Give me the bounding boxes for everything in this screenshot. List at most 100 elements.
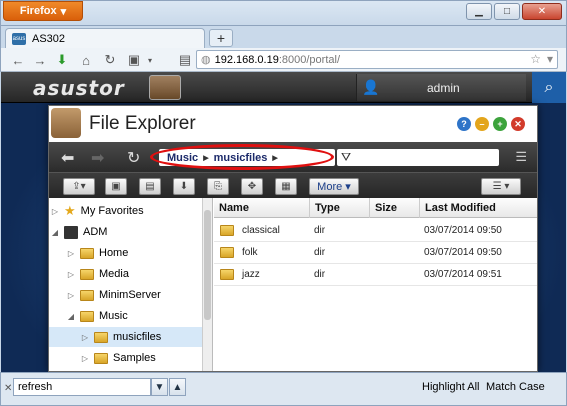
maximize-icon[interactable]: + <box>493 117 507 131</box>
highlight-all-button[interactable]: Highlight All <box>422 381 479 393</box>
tab-strip: asus AS302 + <box>0 26 567 48</box>
star-icon: ★ <box>64 203 76 218</box>
tree-item-label: My Favorites <box>80 205 144 217</box>
forward-arrow-icon[interactable]: → <box>31 51 49 69</box>
tree-item-label: Home <box>99 247 129 259</box>
file-modified: 03/07/2014 09:50 <box>424 225 502 236</box>
folder-icon <box>220 269 234 280</box>
table-row[interactable]: jazz dir 03/07/2014 09:51 <box>214 264 537 286</box>
more-button[interactable]: More ▾ <box>309 178 359 195</box>
tree-item-label: musicfiles <box>113 331 162 343</box>
folder-tree: ▷ ★ My Favorites ◢ ADM ▷ Home ▷ Media ▷ <box>49 198 213 371</box>
tree-item-music[interactable]: ◢ Music <box>49 306 203 326</box>
close-icon[interactable]: ✕ <box>511 117 525 131</box>
scrollbar-thumb[interactable] <box>204 210 211 320</box>
folder-icon <box>80 310 94 322</box>
expand-arrow-icon[interactable]: ▷ <box>67 270 75 279</box>
view-mode-button[interactable]: ☰ ▾ <box>481 178 521 195</box>
firefox-menu-button[interactable]: Firefox ▾ <box>3 1 83 21</box>
collapse-arrow-icon[interactable]: ◢ <box>67 312 75 321</box>
folder-icon <box>94 352 108 364</box>
file-name: classical <box>242 225 280 236</box>
download-icon[interactable]: ⬇ <box>53 51 71 69</box>
find-input[interactable] <box>13 378 151 396</box>
bookmark-star-icon[interactable]: ☆ <box>530 52 541 66</box>
properties-button[interactable]: ▦ <box>275 178 297 195</box>
chevron-down-icon[interactable]: ▾ <box>547 52 553 66</box>
file-list-header: Name Type Size Last Modified <box>214 198 537 218</box>
help-icon[interactable]: ? <box>457 117 471 131</box>
column-header-name[interactable]: Name <box>214 198 310 218</box>
page-icon: ▤ <box>178 52 192 67</box>
browser-tab[interactable]: asus AS302 <box>5 28 205 48</box>
search-icon[interactable]: ⌕ <box>532 72 566 103</box>
expand-arrow-icon[interactable]: ▷ <box>67 291 75 300</box>
window-controls: ? – + ✕ <box>457 117 525 131</box>
collapse-arrow-icon[interactable]: ◢ <box>51 228 59 237</box>
more-label: More <box>317 180 343 193</box>
file-name: folk <box>242 247 258 258</box>
file-explorer-window: File Explorer ? – + ✕ ⬅ ➡ ↻ Music ▶ musi… <box>48 105 538 372</box>
tree-item-label: Media <box>99 268 129 280</box>
download-button[interactable]: ⬇ <box>173 178 195 195</box>
chevron-up-icon: ▲ <box>172 381 183 393</box>
folder-icon <box>80 268 94 280</box>
table-row[interactable]: classical dir 03/07/2014 09:50 <box>214 220 537 242</box>
chevron-down-icon: ▼ <box>154 381 165 393</box>
minimize-button[interactable]: ▁ <box>466 3 492 20</box>
tree-item-adm[interactable]: ◢ ADM <box>49 222 203 242</box>
page-viewport: asustor 👤 admin ⌕ File Explorer ? – + ✕ … <box>1 72 566 372</box>
adm-topbar: asustor 👤 admin ⌕ <box>1 72 566 103</box>
find-next-button[interactable]: ▼ <box>151 378 168 396</box>
highlight-ellipse <box>150 144 334 170</box>
expand-arrow-icon[interactable]: ▷ <box>81 333 89 342</box>
file-explorer-taskbar-icon[interactable] <box>149 75 181 100</box>
filter-input[interactable]: ⛛ <box>337 149 499 166</box>
tree-item-media[interactable]: ▷ Media <box>49 264 203 284</box>
refresh-icon[interactable]: ↻ <box>127 148 140 168</box>
url-bar[interactable]: ◍ 192.168.0.19:8000/portal/ ☆ ▾ <box>196 50 558 69</box>
tree-item-my-favorites[interactable]: ▷ ★ My Favorites <box>49 201 203 221</box>
column-header-size[interactable]: Size <box>370 198 420 218</box>
tree-item-minimserver[interactable]: ▷ MinimServer <box>49 285 203 305</box>
back-arrow-icon[interactable]: ⬅ <box>61 148 74 168</box>
user-menu[interactable]: 👤 admin <box>356 74 526 101</box>
match-case-checkbox[interactable]: Match Case <box>486 381 545 393</box>
tree-item-label: Music <box>99 310 128 322</box>
new-tab-button[interactable]: + <box>209 29 233 47</box>
tree-scrollbar[interactable] <box>202 198 212 371</box>
globe-icon: ◍ <box>201 54 211 66</box>
upload-button[interactable]: ⇪▾ <box>63 178 95 195</box>
close-findbar-icon[interactable]: ✕ <box>4 383 12 394</box>
expand-arrow-icon[interactable]: ▷ <box>67 249 75 258</box>
tree-item-home[interactable]: ▷ Home <box>49 243 203 263</box>
expand-arrow-icon[interactable]: ▷ <box>51 207 59 216</box>
new-folder-button[interactable]: ▣ <box>105 178 127 195</box>
tree-item-label: MinimServer <box>99 289 161 301</box>
open-folder-button[interactable]: ▤ <box>139 178 161 195</box>
expand-arrow-icon[interactable]: ▷ <box>81 354 89 363</box>
url-host: 192.168.0.19 <box>214 53 279 66</box>
reload-icon[interactable]: ↻ <box>101 51 119 69</box>
path-bar: ⬅ ➡ ↻ Music ▶ musicfiles ▶ ⛛ ☰ <box>49 142 537 172</box>
folder-icon <box>80 247 94 259</box>
maximize-button[interactable]: □ <box>494 3 520 20</box>
table-row[interactable]: folk dir 03/07/2014 09:50 <box>214 242 537 264</box>
move-button[interactable]: ✥ <box>241 178 263 195</box>
tree-item-musicfiles[interactable]: ▷ musicfiles <box>49 327 202 347</box>
back-arrow-icon[interactable]: ← <box>9 51 27 69</box>
find-previous-button[interactable]: ▲ <box>169 378 186 396</box>
minimize-icon[interactable]: – <box>475 117 489 131</box>
close-window-button[interactable]: ✕ <box>522 3 562 20</box>
list-menu-icon[interactable]: ☰ <box>515 149 527 165</box>
tree-item-samples[interactable]: ▷ Samples <box>49 348 203 368</box>
chevron-down-icon[interactable]: ▾ <box>141 51 159 69</box>
file-type: dir <box>314 225 326 236</box>
home-icon[interactable]: ⌂ <box>77 51 95 69</box>
tree-item-label: Samples <box>113 352 156 364</box>
column-header-last-modified[interactable]: Last Modified <box>420 198 537 218</box>
forward-arrow-icon[interactable]: ➡ <box>91 148 104 168</box>
copy-button[interactable]: ⎘ <box>207 178 229 195</box>
url-path: :8000/portal/ <box>278 53 340 66</box>
column-header-type[interactable]: Type <box>310 198 370 218</box>
